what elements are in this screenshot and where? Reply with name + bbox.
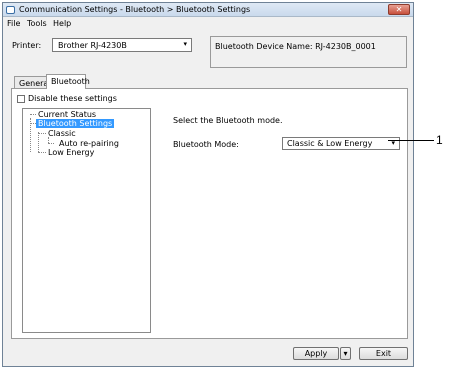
printer-select[interactable]: Brother RJ-4230B ▾	[52, 38, 192, 52]
tree-item-bluetooth-settings[interactable]: Bluetooth Settings	[36, 119, 115, 128]
device-name-box: Bluetooth Device Name: RJ-4230B_0001	[210, 36, 407, 68]
apply-button[interactable]: Apply	[293, 347, 339, 360]
disable-settings-checkbox[interactable]	[17, 95, 25, 103]
bluetooth-mode-select[interactable]: Classic & Low Energy ▾	[282, 137, 400, 150]
tree-connector	[38, 132, 39, 152]
apply-options-button[interactable]: ▾	[340, 347, 351, 360]
printer-label: Printer:	[12, 41, 42, 50]
tree-item-auto-re-pairing[interactable]: Auto re-pairing	[59, 139, 119, 148]
chevron-down-icon: ▾	[343, 349, 348, 358]
callout-number: 1	[436, 133, 443, 147]
tree-item-current-status[interactable]: Current Status	[38, 110, 96, 119]
window-title: Communication Settings - Bluetooth > Blu…	[19, 5, 251, 14]
settings-tree: Current Status Bluetooth Settings Classi…	[22, 108, 151, 333]
tree-item-low-energy[interactable]: Low Energy	[48, 148, 94, 157]
exit-button[interactable]: Exit	[359, 347, 408, 360]
device-name-text: Bluetooth Device Name: RJ-4230B_0001	[215, 42, 376, 51]
tree-connector	[38, 133, 46, 134]
menu-file[interactable]: File	[7, 19, 20, 28]
tree-connector	[48, 143, 54, 144]
app-icon	[6, 6, 15, 14]
tree-item-classic[interactable]: Classic	[48, 129, 76, 138]
close-icon: ✕	[395, 5, 403, 14]
menu-tools[interactable]: Tools	[27, 19, 47, 28]
bluetooth-tab-panel: Disable these settings Current Status Bl…	[11, 88, 408, 339]
communication-settings-window: Communication Settings - Bluetooth > Blu…	[2, 2, 414, 367]
tree-connector	[30, 114, 36, 115]
exit-button-label: Exit	[375, 349, 392, 358]
disable-settings-label: Disable these settings	[28, 94, 117, 103]
tree-connector	[38, 152, 46, 153]
menu-bar: File Tools Help	[3, 18, 413, 29]
bluetooth-mode-value: Classic & Low Energy	[287, 139, 373, 148]
chevron-down-icon: ▾	[183, 40, 187, 48]
bluetooth-mode-label: Bluetooth Mode:	[173, 140, 239, 149]
menu-help[interactable]: Help	[53, 19, 71, 28]
printer-select-value: Brother RJ-4230B	[58, 41, 127, 50]
callout-line	[388, 140, 434, 141]
tab-bluetooth-label: Bluetooth	[51, 77, 90, 86]
tab-bluetooth[interactable]: Bluetooth	[46, 74, 90, 89]
mode-instruction: Select the Bluetooth mode.	[173, 116, 283, 125]
apply-button-label: Apply	[304, 349, 328, 358]
title-bar: Communication Settings - Bluetooth > Blu…	[3, 3, 413, 17]
close-button[interactable]: ✕	[388, 4, 410, 15]
